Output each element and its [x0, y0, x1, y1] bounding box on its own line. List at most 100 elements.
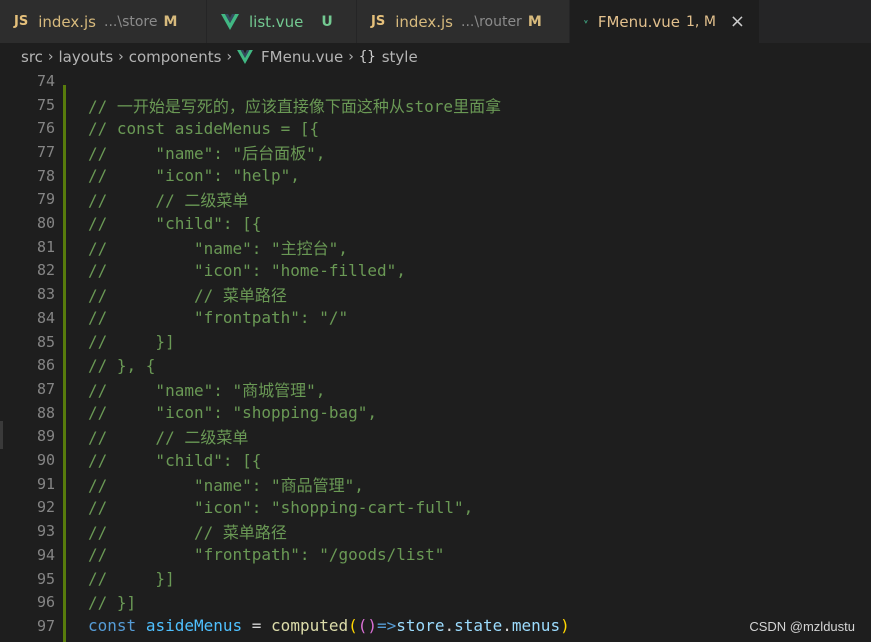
code-text: // // 二级菜单: [88, 191, 249, 211]
code-text: // "icon": "home-filled",: [88, 260, 406, 280]
vue-logo-icon: [584, 19, 588, 24]
modified-badge: M: [527, 13, 542, 30]
line-number: 75: [36, 95, 55, 114]
code-token: =>: [377, 616, 397, 636]
tab-filename: index.js: [38, 12, 96, 31]
code-token: store: [396, 616, 445, 636]
line-number: 95: [36, 569, 55, 588]
code-token: ): [560, 616, 570, 636]
code-token: =: [242, 616, 272, 636]
code-line[interactable]: 77 // "name": "后台面板",: [0, 140, 871, 164]
line-number: 76: [36, 119, 55, 138]
line-number: 84: [36, 308, 55, 327]
code-line[interactable]: 84 // "frontpath": "/": [0, 306, 871, 330]
code-line[interactable]: 98: [0, 638, 871, 642]
line-number: 93: [36, 522, 55, 541]
code-text: const asideMenus = computed(()=>store.st…: [88, 616, 570, 635]
code-line[interactable]: 82 // "icon": "home-filled",: [0, 259, 871, 283]
code-text: // }]: [88, 592, 137, 612]
code-line[interactable]: 96 // }]: [0, 590, 871, 614]
chevron-right-icon: ›: [47, 49, 54, 65]
vue-logo-icon: [237, 50, 253, 64]
line-number: 79: [36, 190, 55, 209]
watermark: CSDN @mzldustu: [749, 619, 855, 634]
code-line[interactable]: 89 // // 二级菜单: [0, 425, 871, 449]
code-token: menus: [511, 616, 561, 636]
code-line[interactable]: 81 // "name": "主控台",: [0, 235, 871, 259]
code-text: // "frontpath": "/": [88, 308, 349, 328]
line-number: 83: [36, 285, 55, 304]
tab-fmenu-vue[interactable]: FMenu.vue 1, M ×: [570, 0, 760, 43]
code-line[interactable]: 90 // "child": [{: [0, 448, 871, 472]
code-line[interactable]: 74: [0, 71, 871, 93]
code-text: // "name": "商城管理",: [88, 380, 326, 400]
code-line[interactable]: 91 // "name": "商品管理",: [0, 472, 871, 496]
code-line[interactable]: 85 // }]: [0, 330, 871, 354]
line-number: 97: [36, 616, 55, 635]
code-line[interactable]: 78 // "icon": "help",: [0, 164, 871, 188]
code-line[interactable]: 95 // }]: [0, 567, 871, 591]
code-line[interactable]: 75 // 一开始是写死的，应该直接像下面这种从store里面拿: [0, 93, 871, 117]
line-number: 92: [36, 498, 55, 517]
breadcrumb-item-src[interactable]: src: [21, 48, 43, 66]
code-token: (: [348, 616, 358, 636]
close-icon[interactable]: ×: [730, 11, 745, 32]
tab-router-index-js[interactable]: JS index.js ...\router M: [357, 0, 570, 43]
line-number: 88: [36, 403, 55, 422]
code-text: // "icon": "shopping-bag",: [88, 403, 377, 423]
code-text: // }]: [88, 569, 175, 589]
code-line[interactable]: 83 // // 菜单路径: [0, 282, 871, 306]
tab-filename: FMenu.vue: [597, 12, 681, 31]
line-number: 94: [36, 545, 55, 564]
code-text: // "name": "主控台",: [88, 238, 348, 258]
line-number: 81: [36, 237, 55, 256]
code-token: .: [444, 616, 455, 636]
code-token: asideMenus: [145, 616, 243, 636]
code-editor[interactable]: 74 75 // 一开始是写死的，应该直接像下面这种从store里面拿 76 // co…: [0, 71, 871, 642]
code-line[interactable]: 80 // "child": [{: [0, 211, 871, 235]
line-number: 89: [36, 427, 55, 446]
code-token: const: [88, 616, 137, 636]
code-token: computed: [271, 616, 349, 636]
breadcrumb-item-file[interactable]: FMenu.vue: [261, 48, 343, 66]
code-line[interactable]: 94 // "frontpath": "/goods/list": [0, 543, 871, 567]
tab-filename: list.vue: [249, 12, 304, 31]
line-number: 77: [36, 142, 55, 161]
line-number: 78: [36, 166, 55, 185]
breadcrumb: src › layouts › components › FMenu.vue ›…: [0, 43, 871, 71]
chevron-right-icon: ›: [226, 49, 233, 65]
code-text: // "frontpath": "/goods/list": [88, 545, 445, 565]
tab-path: ...\router: [461, 13, 522, 30]
tab-store-index-js[interactable]: JS index.js ...\store M: [0, 0, 207, 43]
line-number: 86: [36, 356, 55, 375]
code-text: // "icon": "shopping-cart-full",: [88, 497, 474, 517]
chevron-right-icon: ›: [348, 49, 354, 65]
code-text: // "child": [{: [88, 213, 262, 233]
code-line[interactable]: 86 // }, {: [0, 353, 871, 377]
editor-tab-bar: JS index.js ...\store M list.vue U JS in…: [0, 0, 871, 43]
code-text: // "icon": "help",: [88, 166, 300, 186]
breadcrumb-item-components[interactable]: components: [129, 48, 222, 66]
tab-filename: index.js: [395, 12, 453, 31]
vue-logo-icon: [221, 13, 239, 30]
code-text: // "name": "商品管理",: [88, 475, 364, 495]
code-text: // // 二级菜单: [88, 428, 249, 448]
code-line[interactable]: 76 // const asideMenus = [{: [0, 116, 871, 140]
code-line[interactable]: 79 // // 二级菜单: [0, 188, 871, 212]
code-line[interactable]: 88 // "icon": "shopping-bag",: [0, 401, 871, 425]
breadcrumb-item-style[interactable]: style: [382, 48, 418, 66]
code-token: .: [502, 616, 512, 636]
code-token: state: [454, 616, 503, 636]
breadcrumb-item-layouts[interactable]: layouts: [59, 48, 114, 66]
code-line[interactable]: 97 const asideMenus = computed(()=>store.…: [0, 614, 871, 638]
tab-list-vue[interactable]: list.vue U: [207, 0, 357, 43]
code-token: (): [357, 616, 378, 636]
code-text: // }, {: [88, 355, 156, 375]
chevron-right-icon: ›: [118, 49, 124, 65]
untracked-badge: U: [321, 13, 333, 30]
javascript-file-icon: JS: [14, 14, 29, 29]
code-text: // const asideMenus = [{: [88, 118, 320, 138]
code-line[interactable]: 92 // "icon": "shopping-cart-full",: [0, 496, 871, 520]
code-line[interactable]: 93 // // 菜单路径: [0, 519, 871, 543]
code-line[interactable]: 87 // "name": "商城管理",: [0, 377, 871, 401]
